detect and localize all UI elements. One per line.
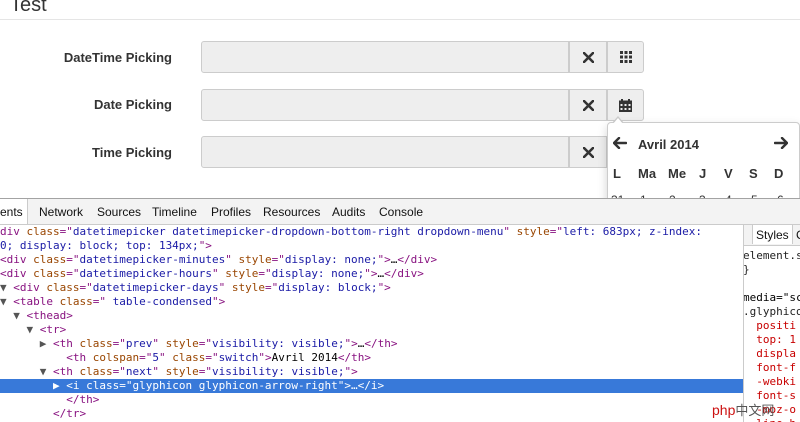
tab-resources[interactable]: Resources (263, 205, 320, 219)
tab-audits[interactable]: Audits (332, 205, 365, 219)
collapse-triangle-icon[interactable]: ▼ (27, 323, 40, 336)
style-rule-line: positi (743, 319, 796, 332)
next-month-arrow-icon[interactable] (773, 136, 789, 153)
time-picking-label: Time Picking (92, 145, 172, 160)
datetime-input[interactable] (201, 41, 569, 73)
tab-styles[interactable]: Styles (752, 225, 793, 244)
title-divider (0, 19, 800, 20)
expand-triangle-icon[interactable]: ▶ (53, 379, 66, 392)
php-cn-watermark-logo: php中文网 (712, 400, 774, 419)
prev-month-arrow-icon[interactable] (612, 136, 628, 153)
dom-node-line[interactable]: 0; display: block; top: 134px;"> (0, 239, 743, 253)
collapse-triangle-icon[interactable]: ▼ (0, 295, 13, 308)
weekday-header: D (774, 166, 784, 181)
tab-elements[interactable]: ents (0, 199, 28, 224)
dom-node-line[interactable]: <th colspan="5" class="switch">Avril 201… (0, 351, 743, 365)
tab-computed[interactable]: C (796, 228, 800, 242)
weekday-header: Me (668, 166, 687, 181)
dom-node-line[interactable]: ▼ <tr> (0, 323, 743, 337)
collapse-triangle-icon[interactable]: ▼ (0, 281, 13, 294)
weekday-header: Ma (638, 166, 657, 181)
dom-node-line[interactable]: <div class="datetimepicker-minutes" styl… (0, 253, 743, 267)
collapse-triangle-icon[interactable]: ▼ (40, 365, 53, 378)
dom-node-line[interactable]: ▼ <div class="datetimepicker-days" style… (0, 281, 743, 295)
time-input[interactable] (201, 136, 569, 168)
devtools-tab-bar: ents Network Sources Timeline Profiles R… (0, 199, 800, 225)
dom-node-line[interactable]: ▼ <table class=" table-condensed"> (0, 295, 743, 309)
datetime-picker-button[interactable] (607, 41, 644, 73)
style-rule-line: .glyphico (743, 305, 800, 318)
times-icon (582, 99, 594, 111)
dom-node-line[interactable]: </tr> (0, 407, 743, 421)
weekday-header: S (749, 166, 758, 181)
styles-sidebar: Styles C element.s} media="sc.glyphico po… (743, 225, 800, 422)
times-icon (582, 51, 594, 63)
calendar-month-switch[interactable]: Avril 2014 (638, 137, 699, 152)
style-rule-line: displa (743, 347, 796, 360)
datetime-picking-label: DateTime Picking (63, 50, 172, 65)
page-title: Test (10, 0, 47, 16)
dom-node-line[interactable]: <div class="datetimepicker-hours" style=… (0, 267, 743, 281)
watermark-cn: 中文网 (735, 403, 775, 418)
style-rule-line: element.s (743, 249, 800, 262)
calendar-icon (619, 98, 632, 112)
dom-node-line[interactable]: div class="datetimepicker datetimepicker… (0, 225, 743, 239)
style-rule-line: } (743, 263, 750, 276)
date-clear-button[interactable] (569, 89, 607, 121)
dom-node-line[interactable]: ▶ <i class="glyphicon glyphicon-arrow-ri… (0, 379, 743, 393)
date-input[interactable] (201, 89, 569, 121)
dom-node-line[interactable]: ▼ <th class="next" style="visibility: vi… (0, 365, 743, 379)
dom-node-line[interactable]: ▼ <thead> (0, 309, 743, 323)
tab-profiles[interactable]: Profiles (211, 205, 251, 219)
tab-network[interactable]: Network (39, 205, 83, 219)
dom-node-line[interactable]: ▶ <th class="prev" style="visibility: vi… (0, 337, 743, 351)
time-clear-button[interactable] (569, 136, 607, 168)
style-rule-line: media="sc (743, 291, 800, 304)
tab-sources[interactable]: Sources (97, 205, 141, 219)
styles-tab-bar: Styles C (744, 225, 800, 246)
tab-console[interactable]: Console (379, 205, 423, 219)
collapse-triangle-icon[interactable]: ▼ (13, 309, 26, 322)
weekday-header: V (724, 166, 733, 181)
weekday-header: L (613, 166, 621, 181)
th-grid-icon (619, 51, 632, 63)
style-rule-line: -webki (743, 375, 796, 388)
tab-timeline[interactable]: Timeline (152, 205, 197, 219)
dom-node-line[interactable]: </th> (0, 393, 743, 407)
weekday-header: J (699, 166, 707, 181)
datetime-clear-button[interactable] (569, 41, 607, 73)
date-picking-label: Date Picking (93, 97, 172, 112)
times-icon (582, 146, 594, 158)
devtools-panel: ents Network Sources Timeline Profiles R… (0, 198, 800, 422)
style-rule-line: font-f (743, 361, 796, 374)
elements-tree[interactable]: div class="datetimepicker datetimepicker… (0, 225, 743, 422)
expand-triangle-icon[interactable]: ▶ (40, 337, 53, 350)
style-rule-line: top: 1 (743, 333, 796, 346)
calendar-content: Avril 2014 L Ma Me J V S D 31 1 2 3 4 5 … (607, 122, 800, 198)
watermark-brand: php (712, 402, 736, 418)
